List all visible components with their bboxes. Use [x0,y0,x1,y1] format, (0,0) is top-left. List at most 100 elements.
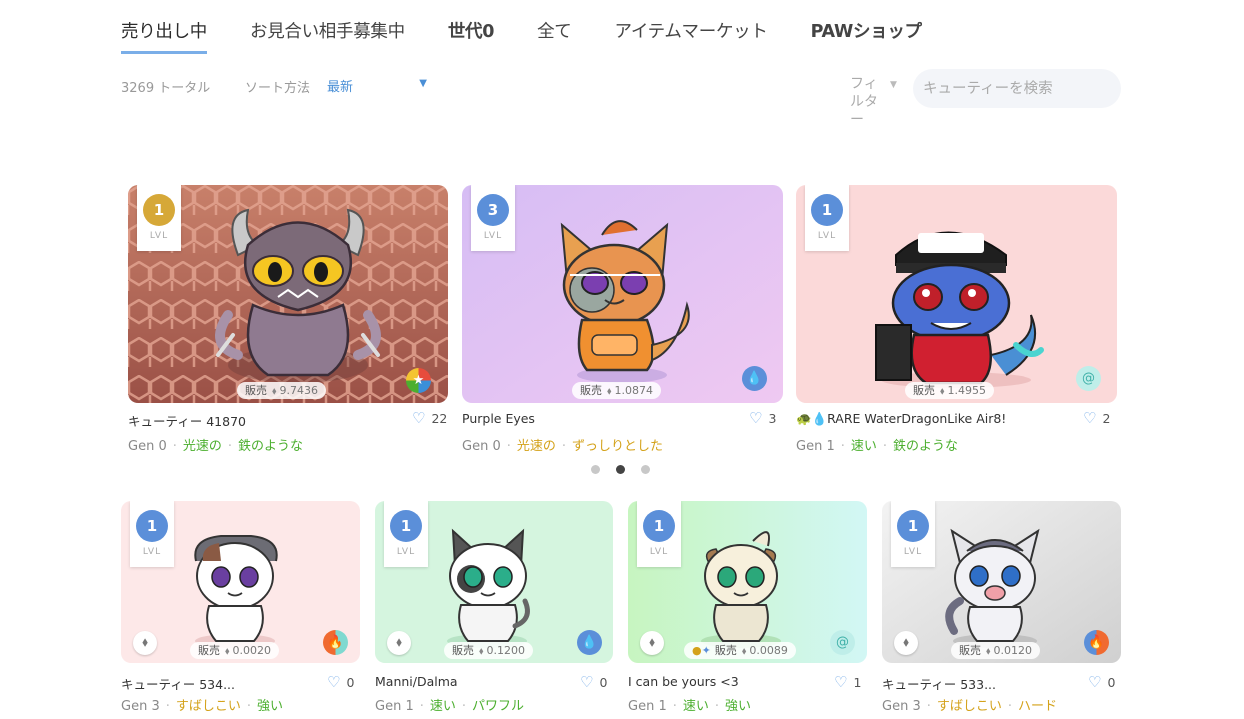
carousel-dot[interactable] [641,465,650,474]
heart-icon: ♡ [834,673,848,691]
like-button[interactable]: ♡ 2 [1083,409,1110,427]
level-number: 1 [643,510,675,542]
sale-label: 販売 [913,384,935,397]
price-value: 0.0120 [993,644,1033,657]
ethereum-icon: ⬧ [133,631,157,655]
search-input[interactable] [913,69,1121,108]
kitty-name: Manni/Dalma [375,674,458,689]
kitty-name: Purple Eyes [462,411,535,426]
like-count: 22 [431,411,448,426]
like-button[interactable]: ♡ 22 [412,409,447,427]
sale-label: 販売 [245,384,267,397]
level-label: LVL [142,547,162,557]
featured-card[interactable]: 1 LVL 販売 ⬧ 9.7436 ★ キューティー 41870 ♡ 22 Gen 0… [128,185,448,455]
ethereum-icon: ⬧ [225,646,230,657]
kitty-traits: Gen 3 · すばしこい · 強い [121,699,284,714]
heart-icon: ♡ [412,409,426,427]
sale-price: 販売 ⬧ 1.4955 [905,382,994,399]
trait-body: 鉄のような [893,439,959,454]
trait-speed: すばしこい [175,699,241,714]
level-number: 1 [143,194,175,226]
gear-icon: ✦ [701,644,711,657]
level-number: 1 [390,510,422,542]
multi-element-icon: ★ [406,368,431,393]
ethereum-icon: ⬧ [986,646,991,657]
trait-body: ハード [1018,699,1058,714]
trait-body: ずっしりとした [572,439,664,454]
trait-body: 強い [725,699,752,714]
heart-icon: ♡ [580,673,594,691]
carousel-dot[interactable] [591,465,600,474]
air-swirl-icon: @ [830,630,855,655]
like-count: 0 [599,675,608,690]
price-value: 0.1200 [486,644,526,657]
kitty-traits: Gen 0 · 光速の · ずっしりとした [462,439,664,454]
trait-speed: 速い [850,439,877,454]
ethereum-icon: ⬧ [479,646,484,657]
kitty-card[interactable]: 1 LVL ⬧ 販売 ⬧ 0.1200 💧 Manni/Dalma ♡ 0 Gen 1… [375,501,613,719]
like-button[interactable]: ♡ 0 [327,673,354,691]
price-value: 0.0089 [749,644,788,657]
carousel-dot-active[interactable] [616,465,625,474]
fire-icon: 🔥 [323,630,348,655]
coin-icon: ● [692,644,702,657]
level-badge: 1 LVL [384,501,428,567]
sale-label: 販売 [198,644,220,657]
kitty-name: キューティー 533... [882,677,997,692]
tab-bar: 売り出し中 お見合い相手募集中 世代0 全て アイテムマーケット PAWショップ [121,14,965,56]
trait-speed: 光速の [516,439,556,454]
generation: Gen 3 [121,699,160,714]
generation: Gen 1 [375,699,414,714]
kitty-image: 3 LVL 販売 ⬧ 1.0874 💧 [462,185,783,403]
like-button[interactable]: ♡ 0 [1088,673,1115,691]
like-button[interactable]: ♡ 3 [749,409,776,427]
level-number: 3 [477,194,509,226]
heart-icon: ♡ [1088,673,1102,691]
trait-speed: 光速の [182,439,222,454]
sale-label: 販売 [580,384,602,397]
kitty-traits: Gen 1 · 速い · 鉄のような [796,439,959,454]
kitty-card[interactable]: 1 LVL ⬧ 販売 ⬧ 0.0020 🔥 キューティー 534... ♡ 0 Gen… [121,501,360,719]
water-drop-icon: 💧 [742,366,767,391]
generation: Gen 1 [628,699,667,714]
trait-speed: すばしこい [936,699,1002,714]
level-label: LVL [649,547,669,557]
tab-siring[interactable]: お見合い相手募集中 [250,14,405,54]
kitty-name: キューティー 41870 [128,414,246,429]
kitty-name: キューティー 534... [121,677,236,692]
featured-card[interactable]: 1 LVL 販売 ⬧ 1.4955 @ 🐢💧RARE WaterDragonLike… [796,185,1117,455]
kitty-card[interactable]: 1 LVL ⬧ ●✦ 販売 ⬧ 0.0089 @ I can be yours <3 … [628,501,867,719]
level-label: LVL [483,231,503,241]
chevron-down-icon: ▼ [419,78,427,89]
sale-price: 販売 ⬧ 9.7436 [237,382,326,399]
generation: Gen 1 [796,439,835,454]
kitty-card[interactable]: 1 LVL ⬧ 販売 ⬧ 0.0120 🔥 キューティー 533... ♡ 0 Gen… [882,501,1121,719]
sort-select[interactable]: 最新 ▼ [327,76,431,95]
tab-gen0[interactable]: 世代0 [448,14,495,54]
like-button[interactable]: ♡ 1 [834,673,861,691]
sale-label: 販売 [714,644,737,657]
featured-card[interactable]: 3 LVL 販売 ⬧ 1.0874 💧 Purple Eyes ♡ 3 Gen 0 · 光… [462,185,783,455]
sale-label: 販売 [959,644,981,657]
kitty-name: I can be yours <3 [628,674,739,689]
level-badge: 1 LVL [891,501,935,567]
generation: Gen 0 [462,439,501,454]
generation: Gen 3 [882,699,921,714]
trait-speed: 速い [682,699,709,714]
heart-icon: ♡ [1083,409,1097,427]
level-number: 1 [136,510,168,542]
like-count: 1 [853,675,862,690]
kitty-traits: Gen 1 · 速い · 強い [628,699,752,714]
heart-icon: ♡ [749,409,763,427]
filter-label: フィルター [850,76,878,128]
like-button[interactable]: ♡ 0 [580,673,607,691]
heart-icon: ♡ [327,673,341,691]
ethereum-icon: ⬧ [640,631,664,655]
tab-item-market[interactable]: アイテムマーケット [615,14,768,54]
tab-on-sale[interactable]: 売り出し中 [121,14,207,54]
filter-dropdown[interactable]: フィルター ▼ [850,75,902,129]
tab-all[interactable]: 全て [537,14,572,54]
water-drop-icon: 💧 [577,630,602,655]
tab-paw-shop[interactable]: PAWショップ [811,14,922,54]
kitty-traits: Gen 3 · すばしこい · ハード [882,699,1058,714]
